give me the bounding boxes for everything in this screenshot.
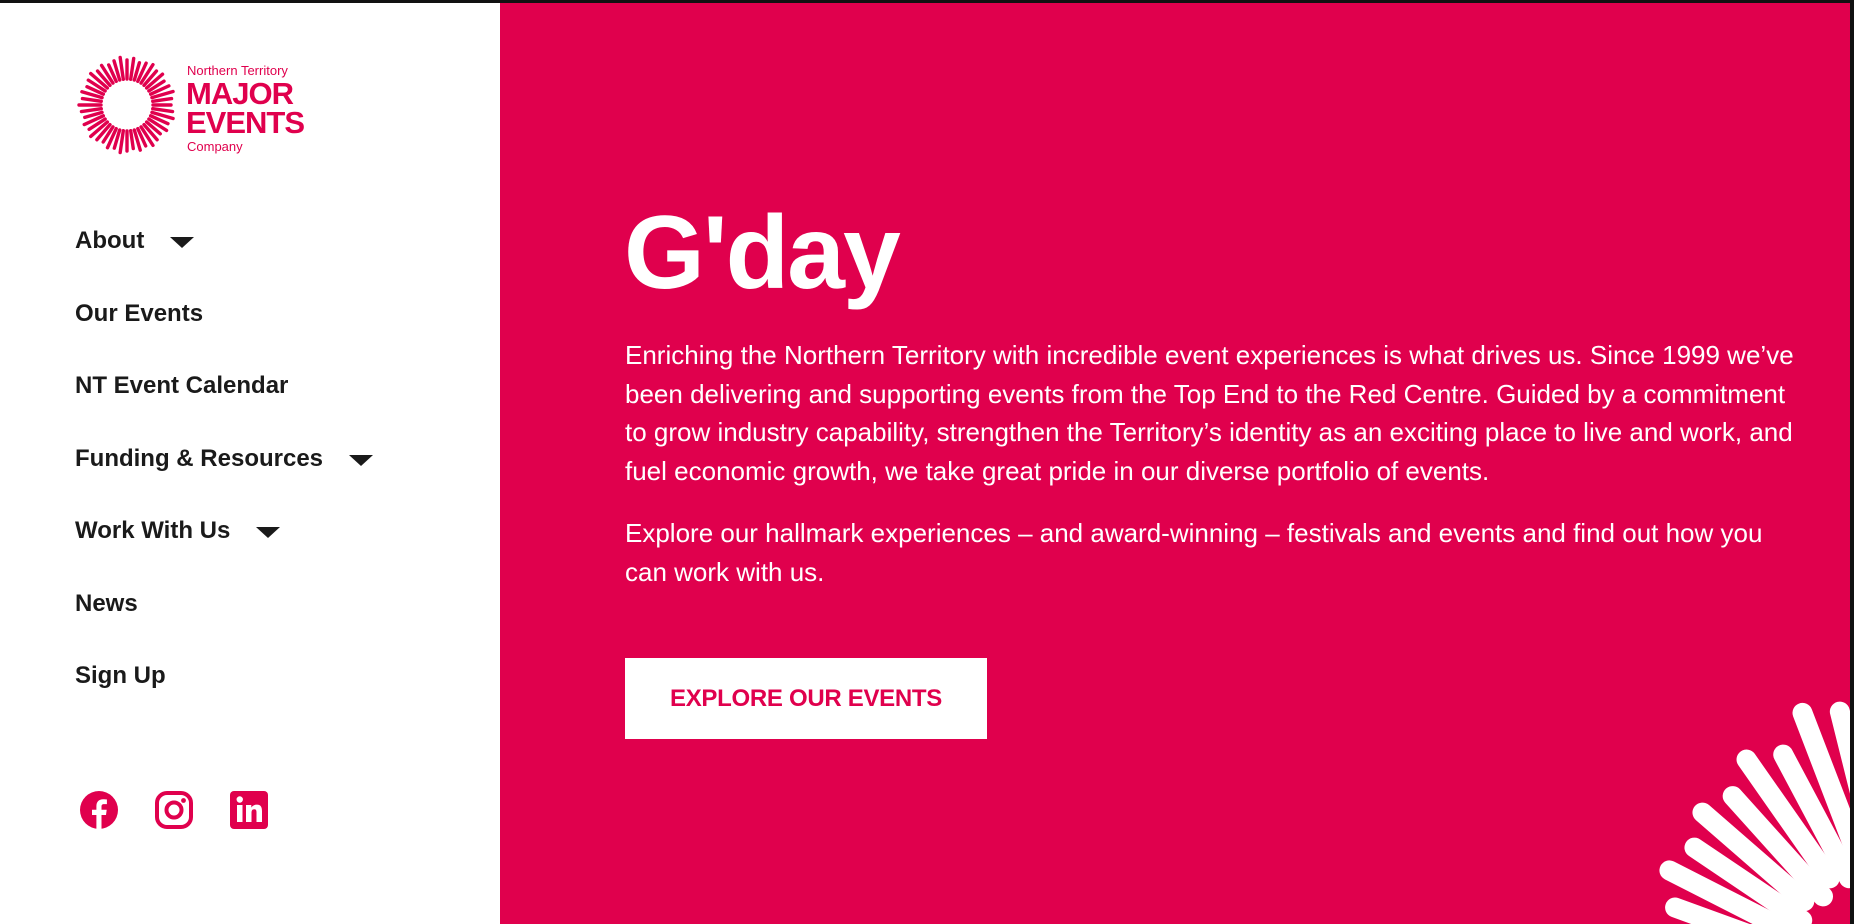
facebook-icon[interactable] bbox=[79, 790, 119, 830]
hero-paragraph-explore: Explore our hallmark experiences – and a… bbox=[625, 518, 1763, 587]
instagram-icon[interactable] bbox=[154, 790, 194, 830]
nav-item-funding-resources[interactable]: Funding & Resources bbox=[75, 439, 374, 479]
window-right-border bbox=[1850, 0, 1854, 924]
sunburst-decoration-icon bbox=[1659, 701, 1850, 924]
sunburst-logo-icon bbox=[77, 55, 175, 155]
nav-item-label: Work With Us bbox=[75, 517, 231, 544]
hero-paragraph-intro: Enriching the Northern Territory with in… bbox=[625, 340, 1794, 486]
nav-item-label: Sign Up bbox=[75, 662, 166, 689]
nav-item-work-with-us[interactable]: Work With Us bbox=[75, 511, 281, 551]
hero-title: G'day bbox=[624, 195, 901, 311]
nav-item-about[interactable]: About bbox=[75, 221, 195, 261]
explore-our-events-button[interactable]: EXPLORE OUR EVENTS bbox=[625, 658, 987, 739]
chevron-down-icon[interactable] bbox=[170, 236, 195, 248]
logo-line-events: EVENTS bbox=[186, 105, 305, 140]
linkedin-icon[interactable] bbox=[229, 790, 269, 830]
nav-item-our-events[interactable]: Our Events bbox=[75, 294, 203, 334]
hero-section: G'day Enriching the Northern Territory w… bbox=[500, 3, 1850, 924]
site-logo[interactable]: Northern Territory MAJOR EVENTS Company bbox=[76, 53, 316, 159]
nav-item-label: NT Event Calendar bbox=[75, 372, 289, 399]
chevron-down-icon[interactable] bbox=[349, 454, 374, 466]
nav-item-label: News bbox=[75, 590, 138, 617]
nav-item-news[interactable]: News bbox=[75, 584, 138, 624]
nav-item-label: Funding & Resources bbox=[75, 445, 324, 472]
logo-line-company: Company bbox=[187, 139, 243, 154]
sidebar: Northern Territory MAJOR EVENTS Company … bbox=[0, 3, 500, 924]
nav-item-label: Our Events bbox=[75, 300, 204, 327]
nav-item-nt-event-calendar[interactable]: NT Event Calendar bbox=[75, 366, 288, 406]
chevron-down-icon[interactable] bbox=[256, 526, 281, 538]
nav-item-sign-up[interactable]: Sign Up bbox=[75, 656, 166, 696]
nav-item-label: About bbox=[75, 227, 145, 254]
